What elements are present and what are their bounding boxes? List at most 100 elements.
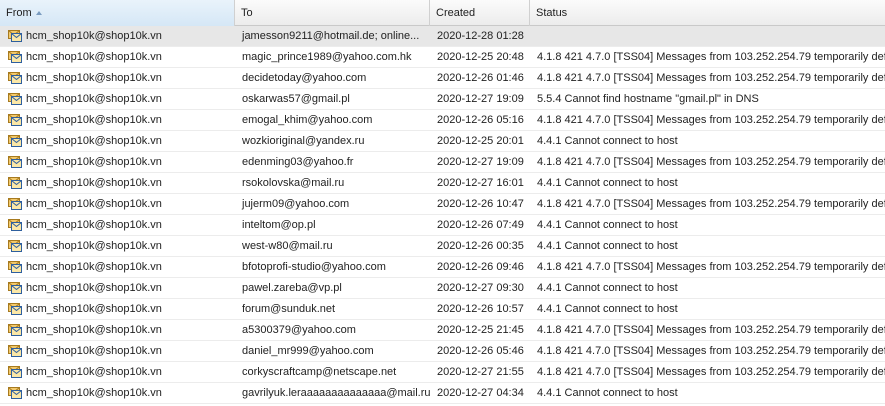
to-cell: forum@sunduk.net bbox=[235, 299, 430, 319]
from-address: hcm_shop10k@shop10k.vn bbox=[26, 303, 162, 315]
table-row[interactable]: hcm_shop10k@shop10k.vn wozkioriginal@yand… bbox=[0, 131, 885, 152]
column-header-created[interactable]: Created bbox=[430, 0, 530, 26]
created-timestamp: 2020-12-28 01:28 bbox=[437, 30, 524, 42]
status-text: 4.1.8 421 4.7.0 [TSS04] Messages from 10… bbox=[537, 324, 885, 336]
created-timestamp: 2020-12-27 09:30 bbox=[437, 282, 524, 294]
to-cell: jamesson9211@hotmail.de; online... bbox=[235, 26, 430, 46]
column-header-created-label: Created bbox=[436, 7, 476, 19]
status-cell: 4.4.1 Cannot connect to host bbox=[530, 131, 885, 151]
created-timestamp: 2020-12-27 16:01 bbox=[437, 177, 524, 189]
envelope-icon bbox=[8, 260, 22, 274]
created-timestamp: 2020-12-27 19:09 bbox=[437, 156, 524, 168]
table-row[interactable]: hcm_shop10k@shop10k.vn jamesson9211@hotma… bbox=[0, 26, 885, 47]
created-timestamp: 2020-12-25 21:45 bbox=[437, 324, 524, 336]
table-row[interactable]: hcm_shop10k@shop10k.vn pawel.zareba@vp.pl… bbox=[0, 278, 885, 299]
to-cell: gavrilyuk.leraaaaaaaaaaaaaa@mail.ru bbox=[235, 383, 430, 403]
from-cell: hcm_shop10k@shop10k.vn bbox=[0, 341, 235, 361]
to-address: daniel_mr999@yahoo.com bbox=[242, 345, 374, 357]
column-header-to[interactable]: To bbox=[235, 0, 430, 26]
status-text: 5.5.4 Cannot find hostname "gmail.pl" in… bbox=[537, 93, 759, 105]
created-cell: 2020-12-25 20:48 bbox=[430, 47, 530, 67]
column-header-status[interactable]: Status bbox=[530, 0, 885, 26]
from-address: hcm_shop10k@shop10k.vn bbox=[26, 261, 162, 273]
table-row[interactable]: hcm_shop10k@shop10k.vn emogal_khim@yahoo.… bbox=[0, 110, 885, 131]
status-cell: 4.1.8 421 4.7.0 [TSS04] Messages from 10… bbox=[530, 110, 885, 130]
status-text: 4.1.8 421 4.7.0 [TSS04] Messages from 10… bbox=[537, 156, 885, 168]
envelope-icon bbox=[8, 50, 22, 64]
to-address: oskarwas57@gmail.pl bbox=[242, 93, 350, 105]
envelope-icon bbox=[8, 71, 22, 85]
to-cell: jujerm09@yahoo.com bbox=[235, 194, 430, 214]
created-timestamp: 2020-12-27 19:09 bbox=[437, 93, 524, 105]
envelope-icon bbox=[8, 134, 22, 148]
envelope-icon bbox=[8, 155, 22, 169]
from-cell: hcm_shop10k@shop10k.vn bbox=[0, 173, 235, 193]
status-text: 4.1.8 421 4.7.0 [TSS04] Messages from 10… bbox=[537, 366, 885, 378]
from-cell: hcm_shop10k@shop10k.vn bbox=[0, 362, 235, 382]
status-text: 4.1.8 421 4.7.0 [TSS04] Messages from 10… bbox=[537, 345, 885, 357]
status-text: 4.4.1 Cannot connect to host bbox=[537, 219, 678, 231]
created-cell: 2020-12-27 16:01 bbox=[430, 173, 530, 193]
created-cell: 2020-12-26 09:46 bbox=[430, 257, 530, 277]
to-address: magic_prince1989@yahoo.com.hk bbox=[242, 51, 412, 63]
from-address: hcm_shop10k@shop10k.vn bbox=[26, 345, 162, 357]
envelope-icon bbox=[8, 218, 22, 232]
from-cell: hcm_shop10k@shop10k.vn bbox=[0, 68, 235, 88]
sort-ascending-icon bbox=[35, 11, 42, 16]
table-row[interactable]: hcm_shop10k@shop10k.vn corkyscraftcamp@ne… bbox=[0, 362, 885, 383]
table-row[interactable]: hcm_shop10k@shop10k.vn a5300379@yahoo.com… bbox=[0, 320, 885, 341]
from-address: hcm_shop10k@shop10k.vn bbox=[26, 93, 162, 105]
table-row[interactable]: hcm_shop10k@shop10k.vn jujerm09@yahoo.com… bbox=[0, 194, 885, 215]
from-cell: hcm_shop10k@shop10k.vn bbox=[0, 131, 235, 151]
status-cell: 4.4.1 Cannot connect to host bbox=[530, 299, 885, 319]
status-cell: 4.4.1 Cannot connect to host bbox=[530, 236, 885, 256]
created-cell: 2020-12-27 04:34 bbox=[430, 383, 530, 403]
status-cell: 4.1.8 421 4.7.0 [TSS04] Messages from 10… bbox=[530, 47, 885, 67]
table-row[interactable]: hcm_shop10k@shop10k.vn forum@sunduk.net 20… bbox=[0, 299, 885, 320]
status-cell: 4.4.1 Cannot connect to host bbox=[530, 278, 885, 298]
table-row[interactable]: hcm_shop10k@shop10k.vn bfotoprofi-studio@… bbox=[0, 257, 885, 278]
table-row[interactable]: hcm_shop10k@shop10k.vn magic_prince1989@y… bbox=[0, 47, 885, 68]
from-cell: hcm_shop10k@shop10k.vn bbox=[0, 152, 235, 172]
table-row[interactable]: hcm_shop10k@shop10k.vn oskarwas57@gmail.p… bbox=[0, 89, 885, 110]
status-text: 4.4.1 Cannot connect to host bbox=[537, 240, 678, 252]
from-cell: hcm_shop10k@shop10k.vn bbox=[0, 110, 235, 130]
to-cell: bfotoprofi-studio@yahoo.com bbox=[235, 257, 430, 277]
status-cell: 4.4.1 Cannot connect to host bbox=[530, 383, 885, 403]
table-row[interactable]: hcm_shop10k@shop10k.vn west-w80@mail.ru 20… bbox=[0, 236, 885, 257]
table-row[interactable]: hcm_shop10k@shop10k.vn inteltom@op.pl 2020… bbox=[0, 215, 885, 236]
created-cell: 2020-12-27 19:09 bbox=[430, 89, 530, 109]
status-text: 4.1.8 421 4.7.0 [TSS04] Messages from 10… bbox=[537, 198, 885, 210]
table-row[interactable]: hcm_shop10k@shop10k.vn rsokolovska@mail.r… bbox=[0, 173, 885, 194]
to-cell: inteltom@op.pl bbox=[235, 215, 430, 235]
status-cell: 4.4.1 Cannot connect to host bbox=[530, 215, 885, 235]
from-address: hcm_shop10k@shop10k.vn bbox=[26, 72, 162, 84]
message-list: hcm_shop10k@shop10k.vn jamesson9211@hotma… bbox=[0, 26, 885, 404]
status-cell: 4.1.8 421 4.7.0 [TSS04] Messages from 10… bbox=[530, 362, 885, 382]
created-timestamp: 2020-12-26 07:49 bbox=[437, 219, 524, 231]
to-address: inteltom@op.pl bbox=[242, 219, 316, 231]
envelope-icon bbox=[8, 197, 22, 211]
from-cell: hcm_shop10k@shop10k.vn bbox=[0, 215, 235, 235]
from-address: hcm_shop10k@shop10k.vn bbox=[26, 30, 162, 42]
envelope-icon bbox=[8, 92, 22, 106]
status-text: 4.1.8 421 4.7.0 [TSS04] Messages from 10… bbox=[537, 51, 885, 63]
table-row[interactable]: hcm_shop10k@shop10k.vn edenming03@yahoo.f… bbox=[0, 152, 885, 173]
created-timestamp: 2020-12-26 10:57 bbox=[437, 303, 524, 315]
to-cell: emogal_khim@yahoo.com bbox=[235, 110, 430, 130]
from-address: hcm_shop10k@shop10k.vn bbox=[26, 387, 162, 399]
created-cell: 2020-12-26 05:46 bbox=[430, 341, 530, 361]
from-address: hcm_shop10k@shop10k.vn bbox=[26, 156, 162, 168]
column-header-row: From To Created Status bbox=[0, 0, 885, 26]
envelope-icon bbox=[8, 113, 22, 127]
created-timestamp: 2020-12-26 09:46 bbox=[437, 261, 524, 273]
column-header-from[interactable]: From bbox=[0, 0, 235, 26]
table-row[interactable]: hcm_shop10k@shop10k.vn gavrilyuk.leraaaaa… bbox=[0, 383, 885, 404]
table-row[interactable]: hcm_shop10k@shop10k.vn daniel_mr999@yahoo… bbox=[0, 341, 885, 362]
status-text: 4.4.1 Cannot connect to host bbox=[537, 303, 678, 315]
to-address: rsokolovska@mail.ru bbox=[242, 177, 345, 189]
table-row[interactable]: hcm_shop10k@shop10k.vn decidetoday@yahoo.… bbox=[0, 68, 885, 89]
created-timestamp: 2020-12-26 10:47 bbox=[437, 198, 524, 210]
status-text: 4.1.8 421 4.7.0 [TSS04] Messages from 10… bbox=[537, 114, 885, 126]
status-text: 4.1.8 421 4.7.0 [TSS04] Messages from 10… bbox=[537, 261, 885, 273]
